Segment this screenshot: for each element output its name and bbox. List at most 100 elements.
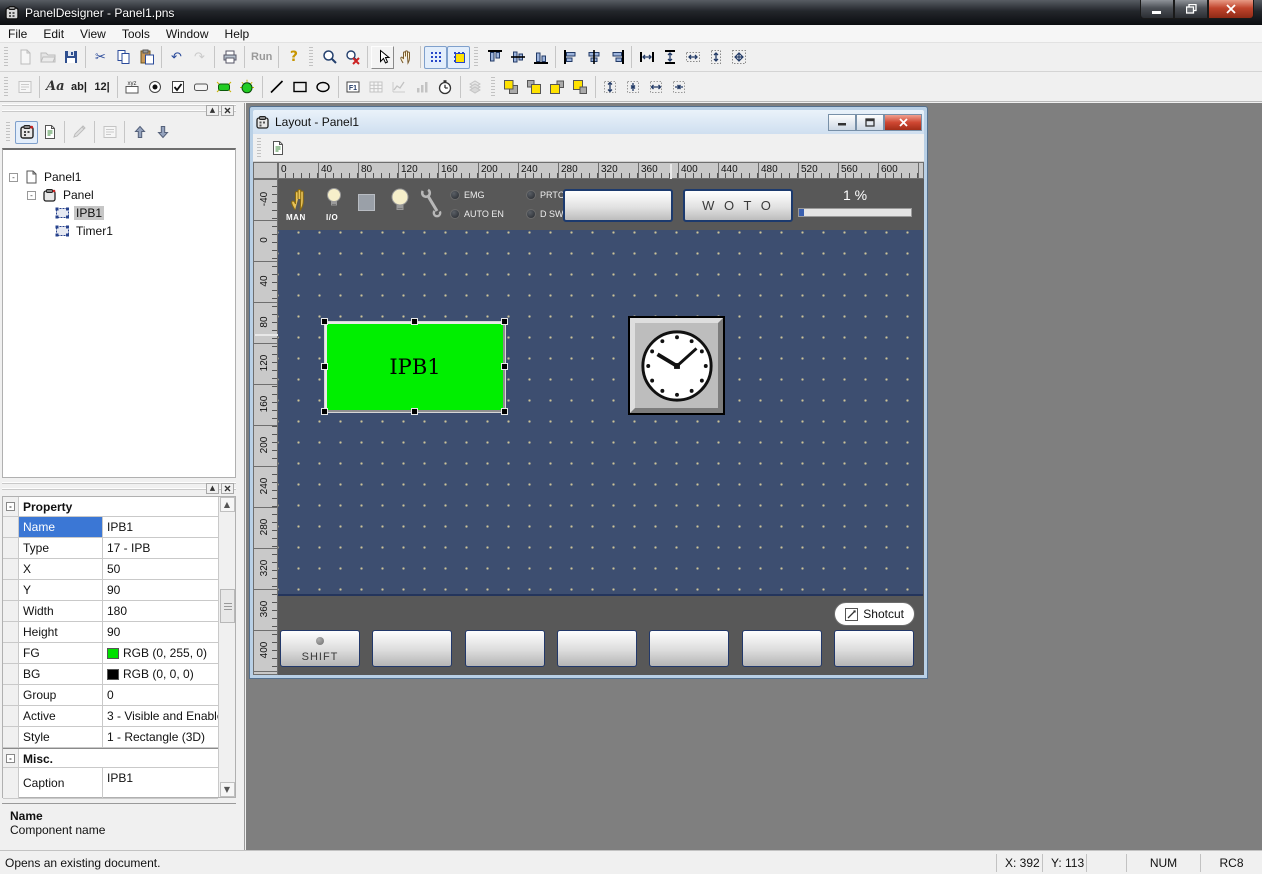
property-value[interactable]: IPB1: [103, 768, 218, 798]
property-label[interactable]: Name: [19, 517, 103, 537]
label-tool-button[interactable]: ab|: [68, 75, 91, 98]
bring-to-front-button[interactable]: [500, 75, 523, 98]
green-button-tool-button[interactable]: [213, 75, 236, 98]
panel-key-blank-6[interactable]: [834, 630, 914, 667]
component-property-button[interactable]: [98, 121, 121, 144]
pane-close-button[interactable]: [221, 483, 234, 494]
minimize-button[interactable]: [1140, 0, 1174, 19]
panel-view-button[interactable]: [15, 121, 38, 144]
pane-collapse-button[interactable]: ▲: [206, 483, 219, 494]
redo-button[interactable]: ↷: [188, 46, 211, 69]
toolbar-grip[interactable]: [491, 77, 495, 97]
panel-key-blank-3[interactable]: [557, 630, 637, 667]
button-tool-button[interactable]: [190, 75, 213, 98]
panel-key-blank-2[interactable]: [465, 630, 545, 667]
checkbox-tool-button[interactable]: [167, 75, 190, 98]
menu-file[interactable]: File: [0, 26, 35, 42]
number-tool-button[interactable]: 12|: [91, 75, 114, 98]
property-row-fg[interactable]: FGRGB (0, 255, 0): [3, 643, 218, 664]
toolbar-grip[interactable]: [309, 47, 313, 67]
property-grid-header[interactable]: - Property: [3, 497, 218, 517]
design-canvas[interactable]: IPB1: [278, 230, 923, 594]
same-height-button[interactable]: [658, 46, 681, 69]
selection-handle-nw[interactable]: [321, 318, 328, 325]
property-value[interactable]: 3 - Visible and Enabled: [103, 706, 218, 726]
font-tool-button[interactable]: Aa: [43, 75, 68, 98]
menu-tools[interactable]: Tools: [114, 26, 158, 42]
menu-view[interactable]: View: [72, 26, 114, 42]
show-grid-button[interactable]: [424, 46, 447, 69]
menu-edit[interactable]: Edit: [35, 26, 72, 42]
timer1-widget[interactable]: [628, 316, 725, 415]
gray-square-indicator[interactable]: [358, 194, 375, 211]
selection-handle-s[interactable]: [411, 408, 418, 415]
graph-tool-button[interactable]: [388, 75, 411, 98]
paste-button[interactable]: [135, 46, 158, 69]
property-label[interactable]: X: [19, 559, 103, 579]
open-button[interactable]: [36, 46, 59, 69]
same-width-button[interactable]: [635, 46, 658, 69]
panel-key-blank-1[interactable]: [372, 630, 452, 667]
move-down-button[interactable]: [151, 121, 174, 144]
child-restore-button[interactable]: [856, 114, 884, 131]
run-button[interactable]: Run: [248, 46, 275, 69]
tree-item-timer1[interactable]: Timer1: [3, 222, 235, 240]
property-value[interactable]: 90: [103, 622, 218, 642]
align-middle-button[interactable]: [506, 46, 529, 69]
editbox-tool-button[interactable]: xyz: [121, 75, 144, 98]
align-right-button[interactable]: [605, 46, 628, 69]
print-button[interactable]: [218, 46, 241, 69]
property-value[interactable]: 0: [103, 685, 218, 705]
radio-tool-button[interactable]: [144, 75, 167, 98]
tree-item-panel1[interactable]: - Panel1: [3, 168, 235, 186]
layout-titlebar[interactable]: Layout - Panel1: [253, 110, 924, 134]
toolbar-grip[interactable]: [257, 138, 261, 158]
screen-properties-button[interactable]: [266, 136, 289, 159]
property-row-style[interactable]: Style1 - Rectangle (3D): [3, 727, 218, 748]
size-width-button[interactable]: [681, 46, 704, 69]
send-backward-button[interactable]: [569, 75, 592, 98]
script-view-button[interactable]: [38, 121, 61, 144]
panel-blank-button[interactable]: [563, 189, 673, 222]
property-value[interactable]: RGB (0, 255, 0): [103, 643, 218, 663]
panel-woto-button[interactable]: W O T O: [683, 189, 793, 222]
copy-button[interactable]: [112, 46, 135, 69]
property-row-bg[interactable]: BGRGB (0, 0, 0): [3, 664, 218, 685]
move-up-button[interactable]: [128, 121, 151, 144]
selection-handle-e[interactable]: [501, 363, 508, 370]
tree-item-ipb1[interactable]: IPB1: [3, 204, 235, 222]
property-row-x[interactable]: X50: [3, 559, 218, 580]
property-pane-header[interactable]: ▲: [2, 482, 236, 494]
child-close-button[interactable]: [884, 114, 922, 131]
property-label[interactable]: Type: [19, 538, 103, 558]
bring-forward-button[interactable]: [546, 75, 569, 98]
align-bottom-button[interactable]: [529, 46, 552, 69]
size-height-button[interactable]: [704, 46, 727, 69]
pan-tool-button[interactable]: [394, 46, 417, 69]
collapse-icon[interactable]: -: [27, 191, 36, 200]
panel-key-shift[interactable]: SHIFT: [280, 630, 360, 667]
close-button[interactable]: [1208, 0, 1254, 19]
space-down-button[interactable]: [599, 75, 622, 98]
collapse-icon[interactable]: -: [6, 754, 15, 763]
fkey-tool-button[interactable]: F1: [342, 75, 365, 98]
property-value[interactable]: 17 - IPB: [103, 538, 218, 558]
wrench-icon[interactable]: [420, 187, 442, 219]
collapse-icon[interactable]: -: [6, 502, 15, 511]
table-tool-button[interactable]: [365, 75, 388, 98]
new-button[interactable]: [13, 46, 36, 69]
line-tool-button[interactable]: [266, 75, 289, 98]
property-value[interactable]: IPB1: [103, 517, 218, 537]
property-label[interactable]: Y: [19, 580, 103, 600]
property-label[interactable]: Group: [19, 685, 103, 705]
shotcut-button[interactable]: Shotcut: [834, 602, 915, 626]
property-row-y[interactable]: Y90: [3, 580, 218, 601]
property-scrollbar[interactable]: ▲ ▼: [218, 497, 235, 797]
property-value[interactable]: 90: [103, 580, 218, 600]
help-button[interactable]: ?: [282, 46, 305, 69]
cut-button[interactable]: ✂: [89, 46, 112, 69]
selection-handle-ne[interactable]: [501, 318, 508, 325]
send-to-back-button[interactable]: [523, 75, 546, 98]
timer-tool-button[interactable]: [434, 75, 457, 98]
lamp-tool-button[interactable]: [236, 75, 259, 98]
